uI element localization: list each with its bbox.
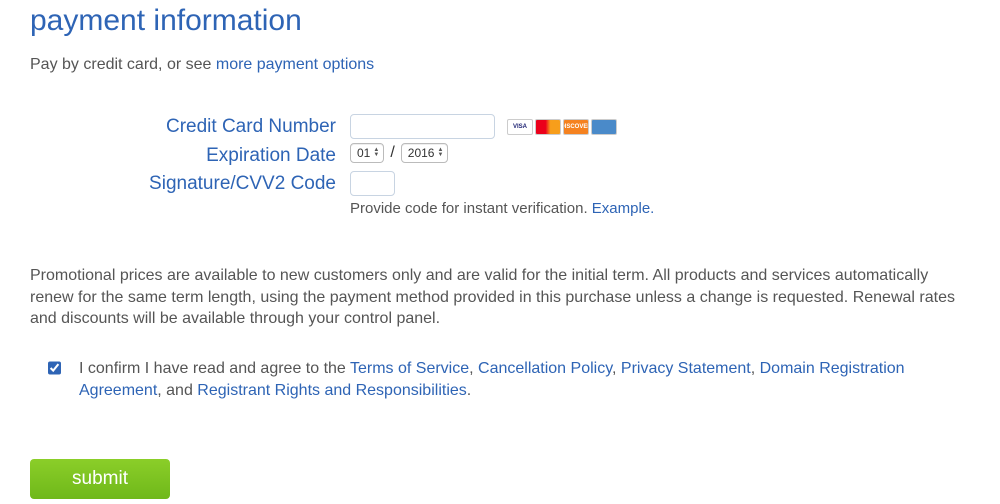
discover-icon: DISCOVER (563, 119, 589, 135)
intro-text: Pay by credit card, or see more payment … (30, 56, 970, 74)
consent-mid: , and (157, 382, 197, 399)
promo-text: Promotional prices are available to new … (30, 265, 970, 330)
exp-month-value: 01 (357, 146, 370, 160)
cc-field: VISA DISCOVER (350, 114, 617, 139)
registrant-link[interactable]: Registrant Rights and Responsibilities (197, 382, 466, 399)
cvv-field: Provide code for instant verification. E… (350, 171, 699, 217)
cvv-hint: Provide code for instant verification. E… (350, 200, 699, 217)
consent-prefix: I confirm I have read and agree to the (79, 360, 350, 377)
stepper-icon: ▲▼ (437, 148, 443, 158)
cvv-example-link[interactable]: Example. (592, 200, 655, 217)
expiration-row: Expiration Date 01 ▲▼ / 2016 ▲▼ (30, 143, 970, 167)
expiration-label: Expiration Date (30, 143, 350, 167)
cvv-label: Signature/CVV2 Code (30, 171, 350, 195)
tos-link[interactable]: Terms of Service (350, 360, 469, 377)
consent-checkbox[interactable] (48, 361, 61, 375)
visa-icon: VISA (507, 119, 533, 135)
submit-button[interactable]: submit (30, 459, 170, 499)
expiration-field: 01 ▲▼ / 2016 ▲▼ (350, 143, 448, 163)
date-separator: / (390, 144, 394, 162)
amex-icon (591, 119, 617, 135)
page-title: payment information (30, 4, 970, 38)
cc-row: Credit Card Number VISA DISCOVER (30, 114, 970, 139)
consent-text: I confirm I have read and agree to the T… (79, 358, 970, 403)
intro-prefix: Pay by credit card, or see (30, 56, 216, 73)
cc-label: Credit Card Number (30, 114, 350, 138)
exp-month-select[interactable]: 01 ▲▼ (350, 143, 384, 163)
exp-year-value: 2016 (408, 146, 435, 160)
cvv-row: Signature/CVV2 Code Provide code for ins… (30, 171, 970, 217)
privacy-link[interactable]: Privacy Statement (621, 360, 751, 377)
more-payment-options-link[interactable]: more payment options (216, 56, 374, 73)
exp-year-select[interactable]: 2016 ▲▼ (401, 143, 449, 163)
cancellation-link[interactable]: Cancellation Policy (478, 360, 612, 377)
cvv-hint-text: Provide code for instant verification. (350, 200, 592, 217)
credit-card-input[interactable] (350, 114, 495, 139)
cvv-input[interactable] (350, 171, 395, 196)
consent-period: . (467, 382, 471, 399)
stepper-icon: ▲▼ (373, 148, 379, 158)
consent-row: I confirm I have read and agree to the T… (48, 358, 970, 403)
accepted-cards: VISA DISCOVER (507, 119, 617, 135)
mastercard-icon (535, 119, 561, 135)
